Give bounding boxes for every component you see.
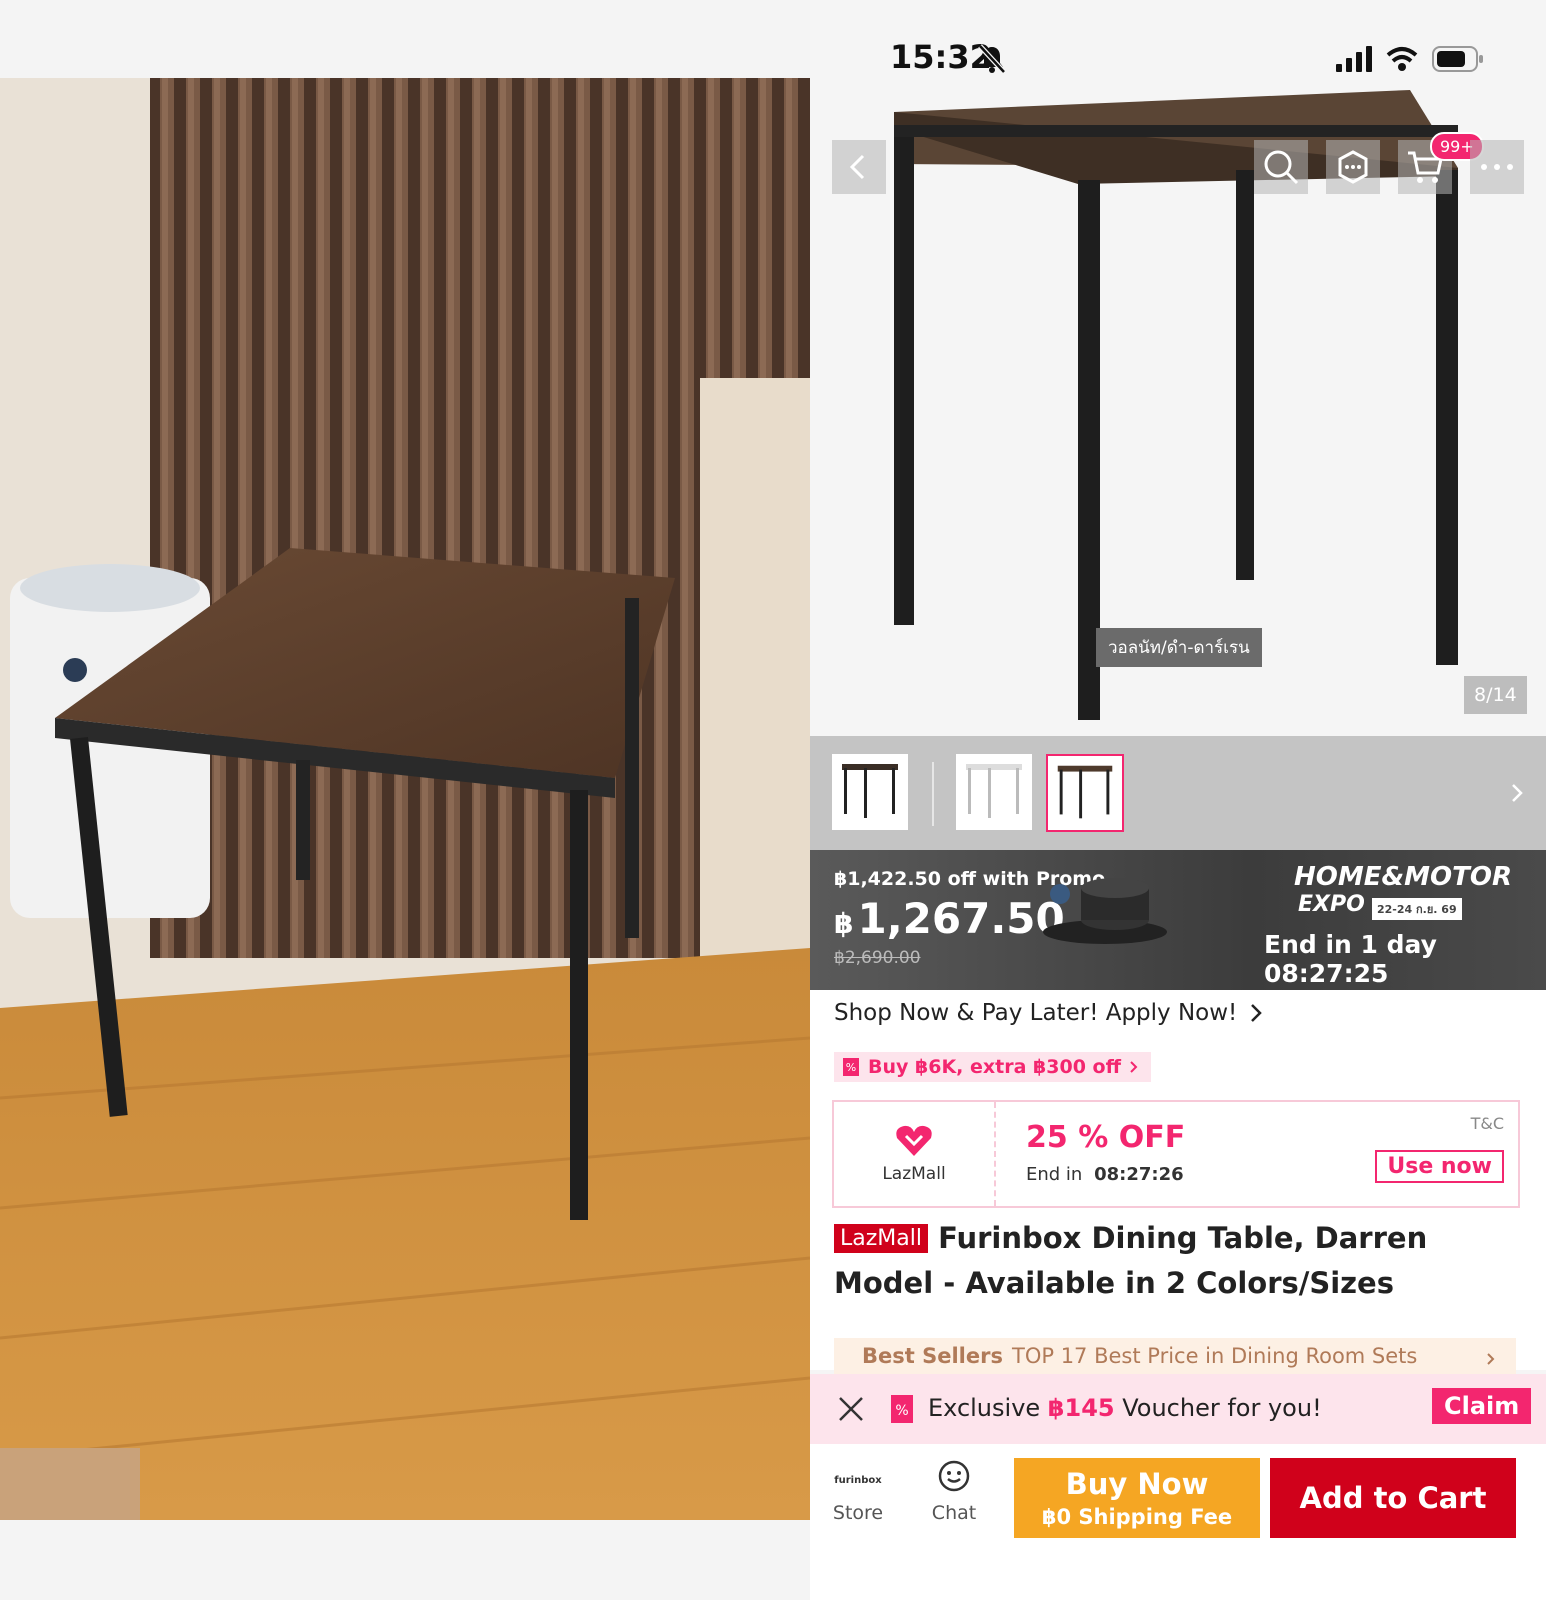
chat-label: Chat [931, 1502, 977, 1524]
bestsellers-label: Best Sellers [862, 1344, 1003, 1368]
coupon-tnc[interactable]: T&C [1471, 1114, 1504, 1133]
table-photo-image [0, 78, 810, 1520]
extra-offer-chip[interactable]: % Buy ฿6K, extra ฿300 off [834, 1052, 1151, 1082]
original-price: ฿2,690.00 [834, 948, 921, 968]
lazmall-badge: LazMall [834, 1224, 928, 1253]
status-time: 15:32 [890, 38, 992, 76]
coupon-card: LazMall 25 % OFF End in 08:27:26 T&C Use… [832, 1100, 1520, 1208]
coupon-end-time: 08:27:26 [1094, 1164, 1184, 1185]
voucher-suffix: Voucher for you! [1114, 1394, 1322, 1422]
thumbnail-1[interactable] [832, 754, 908, 830]
product-title: LazMall Furinbox Dining Table, Darren Mo… [834, 1216, 1514, 1305]
store-label: Store [832, 1502, 884, 1524]
search-button[interactable] [1254, 140, 1308, 194]
paylater-label: Shop Now & Pay Later! Apply Now! [834, 1000, 1238, 1026]
campaign-dates: 22-24 ก.ย. 69 [1372, 898, 1462, 920]
price-value: 1,267.50 [857, 894, 1065, 943]
thumbnail-table-icon [842, 764, 898, 818]
customer-photo [0, 78, 810, 1520]
extra-offer-label: Buy ฿6K, extra ฿300 off [868, 1056, 1121, 1078]
coupon-end: End in 08:27:26 [1026, 1164, 1184, 1185]
coupon-brand-label: LazMall [882, 1164, 946, 1184]
mute-bell-icon [978, 44, 1006, 74]
paylater-link[interactable]: Shop Now & Pay Later! Apply Now! [834, 1000, 1263, 1026]
svg-text:%: % [846, 1061, 856, 1074]
image-counter: 8/14 [1464, 676, 1527, 714]
coupon-brand: LazMall [834, 1102, 996, 1206]
bestsellers-row[interactable]: Best Sellers TOP 17 Best Price in Dining… [834, 1338, 1516, 1374]
store-button[interactable]: furinbox Store [826, 1468, 890, 1524]
chevron-right-icon [1487, 1353, 1495, 1365]
thumbnail-divider [932, 762, 934, 826]
more-dots-icon [1481, 164, 1513, 170]
buy-now-sub: ฿0 Shipping Fee [1041, 1505, 1233, 1529]
voucher-text: Exclusive ฿145 Voucher for you! [928, 1394, 1322, 1422]
currency-symbol: ฿ [834, 907, 854, 940]
bottom-action-bar: furinbox Store Chat Buy Now ฿0 Shipping … [810, 1444, 1546, 1600]
add-to-cart-label: Add to Cart [1299, 1481, 1487, 1515]
search-icon [1264, 150, 1299, 185]
claim-button[interactable]: Claim [1432, 1388, 1532, 1424]
battery-icon [1432, 46, 1483, 72]
chevron-left-icon [849, 154, 865, 180]
buy-now-label: Buy Now [1065, 1467, 1209, 1501]
price-banner: ฿1,422.50 off with Promo ฿1,267.50 ฿2,69… [810, 850, 1546, 990]
campaign-subtitle: EXPO [1298, 892, 1365, 917]
coupon-end-label: End in [1026, 1164, 1083, 1185]
campaign-title: HOME&MOTOR [1294, 862, 1513, 892]
signal-icon [1336, 46, 1372, 72]
wifi-icon [1386, 47, 1418, 71]
chat-bubble-icon [1338, 150, 1368, 184]
variant-tag: วอลนัท/ดำ-ดาร์เรน [1096, 628, 1262, 667]
voucher-icon: % [843, 1058, 859, 1076]
thumbnail-white-table-icon [966, 764, 1022, 818]
chevron-right-icon[interactable] [1510, 782, 1524, 804]
chat-button[interactable]: Chat [922, 1460, 986, 1524]
add-to-cart-button[interactable]: Add to Cart [1270, 1458, 1516, 1538]
campaign-countdown: End in 1 day 08:27:25 [1264, 930, 1437, 988]
product-info: Shop Now & Pay Later! Apply Now! % Buy ฿… [810, 990, 1546, 1374]
tires-graphic [1043, 878, 1167, 944]
voucher-icon: % [891, 1395, 913, 1423]
close-icon[interactable] [838, 1396, 864, 1422]
voucher-amount: ฿145 [1047, 1394, 1115, 1422]
thumbnail-strip [810, 736, 1546, 850]
back-button[interactable] [832, 140, 886, 194]
buy-now-button[interactable]: Buy Now ฿0 Shipping Fee [1014, 1458, 1260, 1538]
phone-screen: 15:32 99+ วอลนัท/ดำ-ดาร์เรน 8/14 ฿1,422.… [810, 0, 1546, 1600]
current-price: ฿1,267.50 [834, 894, 1065, 943]
thumbnail-3-selected[interactable] [1046, 754, 1124, 832]
use-now-button[interactable]: Use now [1375, 1150, 1504, 1183]
more-button[interactable] [1470, 140, 1524, 194]
voucher-prefix: Exclusive [928, 1394, 1048, 1422]
thumbnail-2[interactable] [956, 754, 1032, 830]
message-button[interactable] [1326, 140, 1380, 194]
chevron-right-icon [1130, 1061, 1138, 1073]
chevron-right-icon [1251, 1004, 1263, 1022]
voucher-bar: % Exclusive ฿145 Voucher for you! Claim [810, 1374, 1546, 1444]
lazmall-heart-icon [896, 1125, 932, 1156]
svg-text:%: % [895, 1403, 908, 1419]
coupon-discount: 25 % OFF [1026, 1120, 1186, 1155]
chat-icon [938, 1460, 970, 1492]
store-logo: furinbox [834, 1475, 882, 1486]
bestsellers-text: TOP 17 Best Price in Dining Room Sets [1012, 1344, 1418, 1368]
thumbnail-walnut-table-icon [1057, 765, 1113, 819]
